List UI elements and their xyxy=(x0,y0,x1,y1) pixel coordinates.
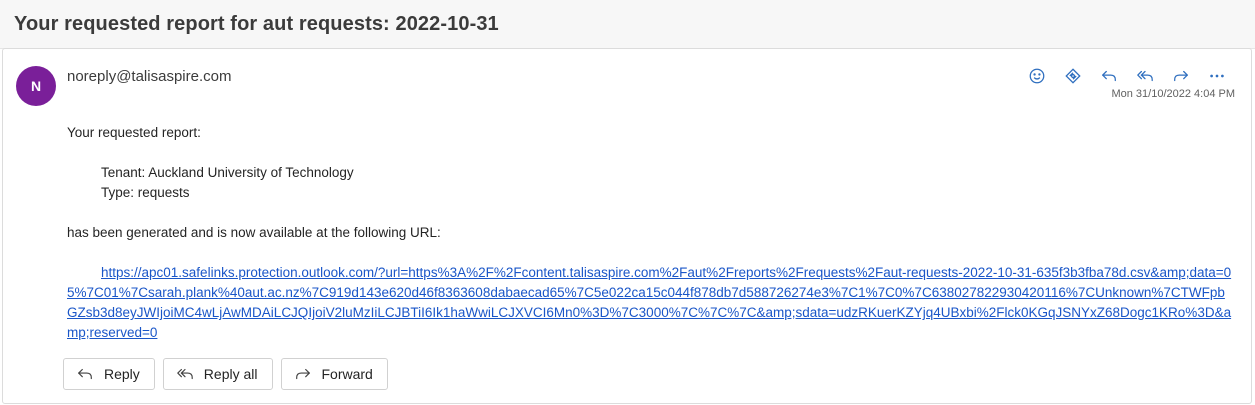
sender-address[interactable]: noreply@talisaspire.com xyxy=(67,68,231,85)
reply-button-row: Reply Reply all Forward xyxy=(63,358,388,390)
body-generated: has been generated and is now available … xyxy=(67,225,441,240)
reply-all-button-label: Reply all xyxy=(203,366,258,382)
emoji-icon xyxy=(1029,68,1045,84)
more-icon xyxy=(1210,74,1224,78)
email-subject: Your requested report for aut requests: … xyxy=(14,13,499,35)
reply-all-icon xyxy=(1137,70,1153,82)
reply-icon xyxy=(1102,70,1116,82)
message-body: Your requested report: Tenant: Auckland … xyxy=(67,123,1232,343)
forward-icon xyxy=(1174,70,1188,82)
reply-toolbar-button[interactable] xyxy=(1093,63,1125,89)
body-tenant: Tenant: Auckland University of Technolog… xyxy=(101,165,354,180)
reply-all-icon xyxy=(177,368,193,380)
message-actions xyxy=(1021,63,1233,89)
body-intro: Your requested report: xyxy=(67,125,201,140)
forward-button[interactable]: Forward xyxy=(280,358,388,390)
emoji-button[interactable] xyxy=(1021,63,1053,89)
message-card: N noreply@talisaspire.com Mon 31/10/2022… xyxy=(2,48,1252,404)
subject-bar: Your requested report for aut requests: … xyxy=(0,0,1255,49)
message-timestamp: Mon 31/10/2022 4:04 PM xyxy=(1111,88,1235,100)
loop-button[interactable] xyxy=(1057,63,1089,89)
reply-button-label: Reply xyxy=(104,366,140,382)
sender-avatar[interactable]: N xyxy=(16,66,56,106)
loop-icon xyxy=(1065,68,1081,84)
reply-all-toolbar-button[interactable] xyxy=(1129,63,1161,89)
reply-icon xyxy=(78,368,92,380)
more-actions-button[interactable] xyxy=(1201,63,1233,89)
forward-button-label: Forward xyxy=(321,366,373,382)
reply-all-button[interactable]: Reply all xyxy=(162,358,273,390)
body-type: Type: requests xyxy=(101,185,190,200)
forward-toolbar-button[interactable] xyxy=(1165,63,1197,89)
report-url-link[interactable]: https://apc01.safelinks.protection.outlo… xyxy=(67,263,1232,343)
reply-button[interactable]: Reply xyxy=(63,358,155,390)
forward-icon xyxy=(295,368,310,380)
